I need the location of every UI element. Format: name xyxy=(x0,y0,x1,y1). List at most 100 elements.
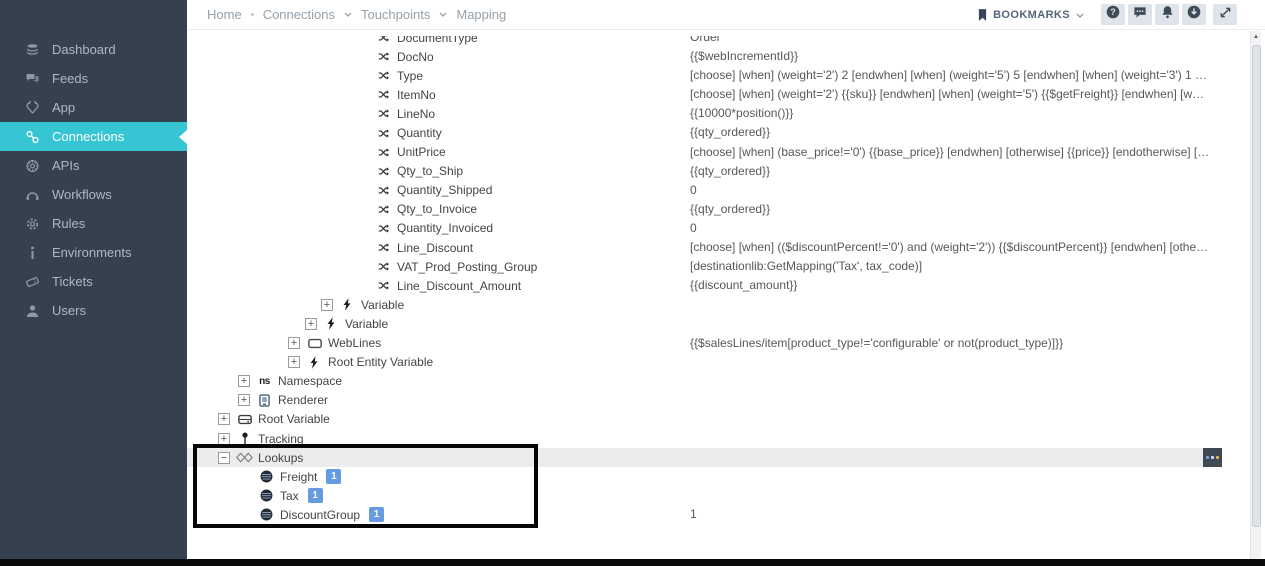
tree-row-value: {{10000*position()}} xyxy=(690,104,793,123)
tree-row-label: DiscountGroup xyxy=(280,508,360,522)
sidebar-item-apis[interactable]: APIs xyxy=(0,151,187,180)
tree-row-label: Tax xyxy=(280,489,299,503)
bookmarks-button[interactable]: BOOKMARKS xyxy=(978,9,1084,21)
shuffle-icon xyxy=(375,204,392,215)
lookups-icon xyxy=(236,452,253,463)
sidebar-item-workflows[interactable]: Workflows xyxy=(0,180,187,209)
environments-icon xyxy=(24,246,41,260)
collapse-icon[interactable]: − xyxy=(218,452,230,464)
shuffle-icon xyxy=(375,128,392,139)
sidebar-item-tickets[interactable]: Tickets xyxy=(0,267,187,296)
tree-row[interactable]: LineNo {{10000*position()}} xyxy=(187,104,1241,123)
chevron-down-icon xyxy=(1076,9,1084,21)
lookup-item-icon xyxy=(258,508,275,521)
breadcrumb-item-touchpoints[interactable]: Touchpoints xyxy=(361,7,430,22)
history-button[interactable] xyxy=(1182,4,1206,25)
chat-button[interactable] xyxy=(1128,4,1152,25)
lightning-icon xyxy=(339,298,356,311)
sidebar-item-label: Users xyxy=(52,303,86,318)
breadcrumb-item-home[interactable]: Home xyxy=(207,7,242,22)
tree-row-label: LineNo xyxy=(397,107,435,121)
sidebar-item-app[interactable]: App xyxy=(0,93,187,122)
sidebar-item-label: APIs xyxy=(52,158,79,173)
lightning-icon xyxy=(306,356,323,369)
active-item-arrow xyxy=(179,130,187,144)
tree-row[interactable]: DiscountGroup11 xyxy=(187,505,1241,524)
tree-row[interactable]: Quantity_Invoiced0 xyxy=(187,219,1241,238)
row-menu-button[interactable] xyxy=(1203,448,1222,467)
expand-icon[interactable]: + xyxy=(288,337,300,349)
count-badge: 1 xyxy=(326,469,341,484)
tree-row[interactable]: ItemNo[choose] [when] (weight='2') {{sku… xyxy=(187,85,1241,104)
sidebar-item-feeds[interactable]: Feeds xyxy=(0,64,187,93)
sidebar-item-label: Dashboard xyxy=(52,42,116,57)
breadcrumb-dot-separator xyxy=(251,13,254,16)
shuffle-icon xyxy=(375,166,392,177)
shuffle-icon xyxy=(375,280,392,291)
tree-row[interactable]: Quantity{{qty_ordered}} xyxy=(187,123,1241,142)
tree-row[interactable]: Qty_to_Invoice{{qty_ordered}} xyxy=(187,200,1241,219)
tree-row[interactable]: Quantity_Shipped0 xyxy=(187,181,1241,200)
sidebar-item-users[interactable]: Users xyxy=(0,296,187,325)
breadcrumb-item-connections[interactable]: Connections xyxy=(263,7,335,22)
tree-row[interactable]: Type[choose] [when] (weight='2') 2 [endw… xyxy=(187,66,1241,85)
expand-icon[interactable]: + xyxy=(218,433,230,445)
tree-row[interactable]: Line_Discount[choose] [when] (($discount… xyxy=(187,238,1241,257)
shuffle-icon xyxy=(375,223,392,234)
tree-row-label: Quantity_Shipped xyxy=(397,183,492,197)
tree-row-label: Quantity xyxy=(397,126,442,140)
tree-row-value: {{qty_ordered}} xyxy=(690,200,770,219)
tree-row[interactable]: DocNo{{$webIncrementId}} xyxy=(187,47,1241,66)
scroll-up-arrow-icon[interactable]: ▲ xyxy=(1251,34,1261,40)
tree-row[interactable]: +Renderer xyxy=(187,391,1241,410)
tree-row-label: Line_Discount xyxy=(397,241,473,255)
scrollbar-thumb[interactable] xyxy=(1252,45,1261,527)
tree-row[interactable]: + Root Variable xyxy=(187,410,1241,429)
tree-row[interactable]: + Variable xyxy=(187,314,1241,333)
expand-button[interactable] xyxy=(1213,4,1237,25)
sidebar-item-connections[interactable]: Connections xyxy=(0,122,187,151)
vertical-scrollbar[interactable]: ▲ xyxy=(1250,31,1261,559)
rules-icon xyxy=(24,217,41,231)
tracking-pin-icon xyxy=(236,432,253,445)
sidebar-item-environments[interactable]: Environments xyxy=(0,238,187,267)
sidebar-item-label: Connections xyxy=(52,129,124,144)
expand-icon[interactable]: + xyxy=(321,299,333,311)
breadcrumb-item-mapping[interactable]: Mapping xyxy=(456,7,506,22)
apis-icon xyxy=(24,159,41,173)
tree-row-label: Root Variable xyxy=(258,412,330,426)
tree-row[interactable]: Freight1 xyxy=(187,467,1241,486)
help-button[interactable]: ? xyxy=(1101,4,1125,25)
tree-row[interactable]: Qty_to_Ship{{qty_ordered}} xyxy=(187,162,1241,181)
shuffle-icon xyxy=(375,36,392,43)
expand-icon[interactable]: + xyxy=(238,375,250,387)
expand-icon[interactable]: + xyxy=(238,394,250,406)
sidebar-item-dashboard[interactable]: Dashboard xyxy=(0,35,187,64)
breadcrumb: Home Connections Touchpoints Mapping xyxy=(207,7,506,22)
tree-row-value: [choose] [when] (weight='2') {{sku}} [en… xyxy=(690,85,1204,104)
tree-row[interactable]: VAT_Prod_Posting_Group[destinationlib:Ge… xyxy=(187,257,1241,276)
mapping-tree-panel: DocumentTypeOrderDocNo{{$webIncrementId}… xyxy=(187,36,1241,559)
tree-row[interactable]: + Tracking xyxy=(187,429,1241,448)
tree-row[interactable]: +Variable xyxy=(187,295,1241,314)
tree-row[interactable]: Line_Discount_Amount{{discount_amount}} xyxy=(187,276,1241,295)
tree-row[interactable]: DocumentTypeOrder xyxy=(187,36,1241,47)
tree-row[interactable]: −Lookups xyxy=(187,448,1241,467)
expand-icon[interactable]: + xyxy=(305,318,317,330)
tree-row-label: Type xyxy=(397,69,423,83)
expand-icon[interactable]: + xyxy=(218,413,230,425)
tree-row[interactable]: +nsNamespace xyxy=(187,372,1241,391)
expand-icon xyxy=(1219,6,1232,24)
expand-icon[interactable]: + xyxy=(288,356,300,368)
tree-row[interactable]: +Root Entity Variable xyxy=(187,353,1241,372)
bell-button[interactable] xyxy=(1155,4,1179,25)
users-icon xyxy=(24,304,41,318)
tree-row[interactable]: Tax1 xyxy=(187,486,1241,505)
sidebar-item-rules[interactable]: Rules xyxy=(0,209,187,238)
shuffle-icon xyxy=(375,108,392,119)
tree-row-label: Tracking xyxy=(258,432,304,446)
tree-row[interactable]: +WebLines{{$salesLines/item[product_type… xyxy=(187,334,1241,353)
help-icon: ? xyxy=(1106,5,1120,24)
tree-row-label: Variable xyxy=(345,317,388,331)
tree-row[interactable]: UnitPrice[choose] [when] (base_price!='0… xyxy=(187,143,1241,162)
